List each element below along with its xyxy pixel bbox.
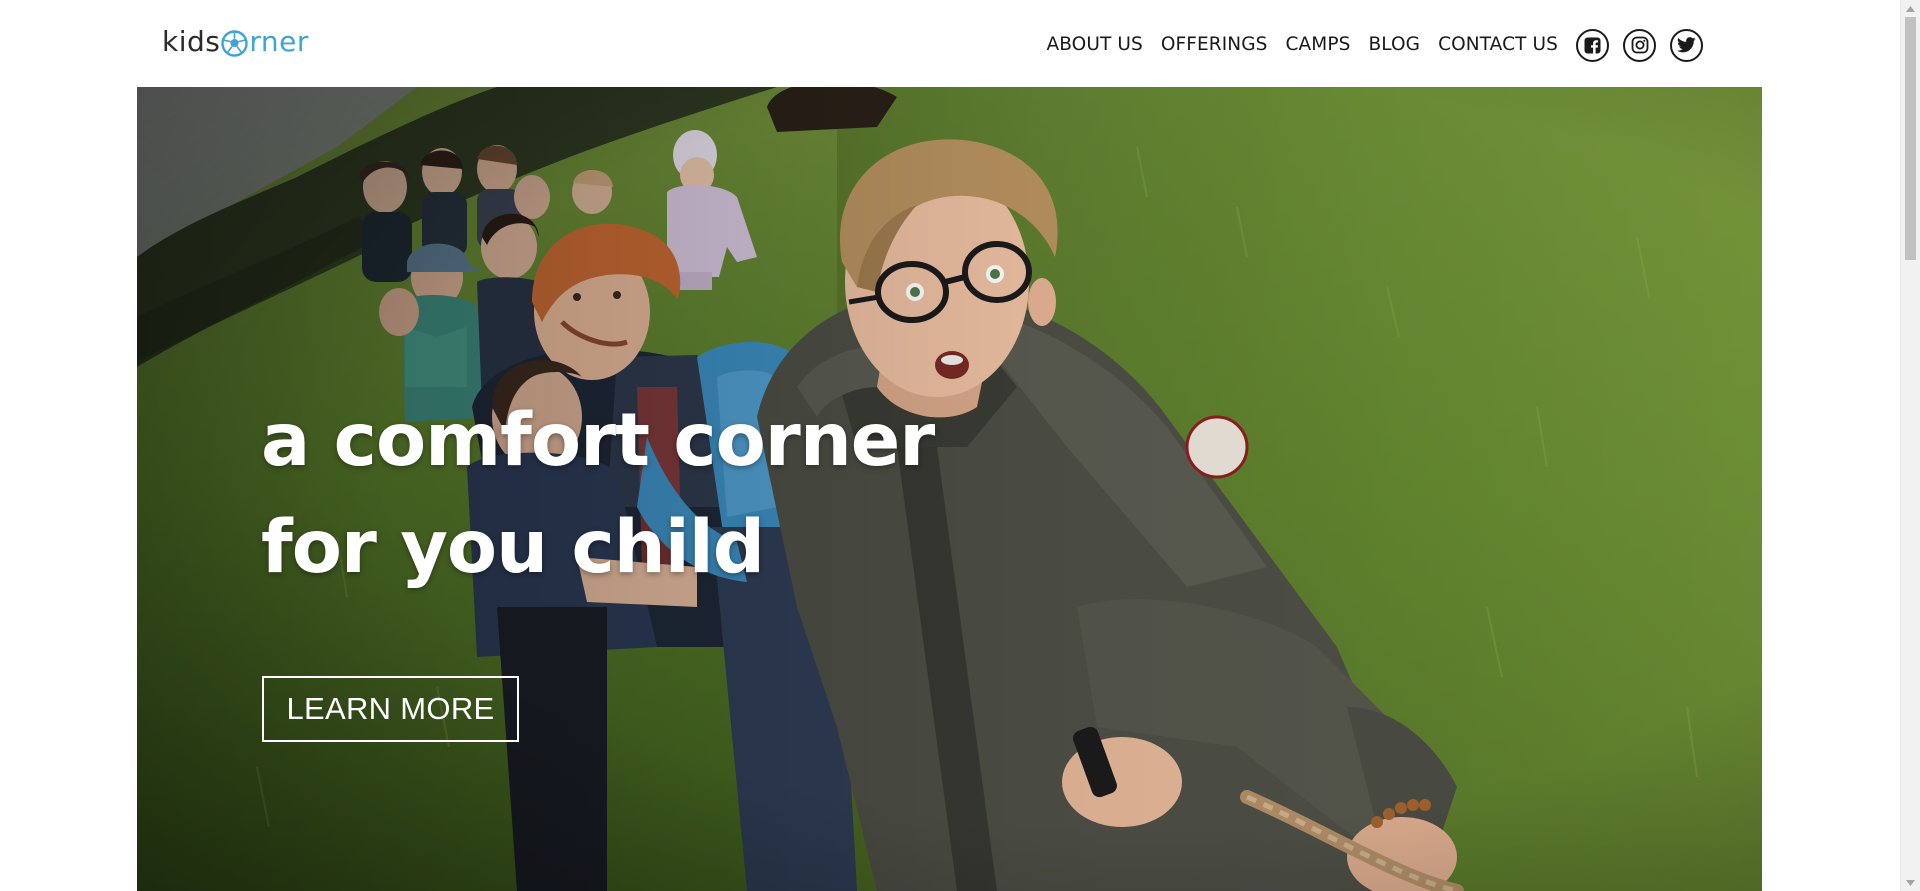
twitter-link[interactable] [1670, 28, 1703, 62]
logo-text-kids: kids [162, 25, 221, 58]
facebook-icon [1584, 37, 1601, 54]
nav-contact-us[interactable]: CONTACT US [1438, 25, 1558, 65]
scroll-up-arrow-icon[interactable] [1901, 0, 1920, 17]
nav-camps[interactable]: CAMPS [1286, 25, 1351, 65]
nav-about-us[interactable]: ABOUT US [1046, 25, 1142, 65]
main-nav: ABOUT US OFFERINGS CAMPS BLOG CONTACT US [1046, 25, 1703, 65]
instagram-link[interactable] [1623, 28, 1656, 62]
hero-title: a comfort corner for you child [261, 387, 935, 601]
hero-banner: a comfort corner for you child LEARN MOR… [137, 87, 1762, 891]
scroll-down-arrow-icon[interactable] [1901, 874, 1920, 891]
page-scrollbar[interactable] [1900, 0, 1920, 891]
nav-offerings[interactable]: OFFERINGS [1161, 25, 1268, 65]
hero-title-line-2: for you child [261, 505, 765, 590]
logo-text-rner: rner [249, 25, 309, 58]
nav-blog[interactable]: BLOG [1368, 25, 1420, 65]
social-links [1576, 28, 1703, 62]
facebook-link[interactable] [1576, 28, 1609, 62]
page: kids rner ABOUT US OFFERINGS CAMPS BLOG … [0, 0, 1920, 891]
twitter-icon [1677, 37, 1696, 53]
scroll-thumb[interactable] [1905, 17, 1916, 260]
kidscorner-logo[interactable]: kids rner [162, 24, 309, 60]
instagram-icon [1631, 36, 1649, 54]
soccer-ball-icon [221, 29, 249, 57]
learn-more-button[interactable]: LEARN MORE [262, 676, 519, 742]
site-header: kids rner ABOUT US OFFERINGS CAMPS BLOG … [0, 0, 1900, 87]
hero-title-line-1: a comfort corner [261, 398, 935, 483]
